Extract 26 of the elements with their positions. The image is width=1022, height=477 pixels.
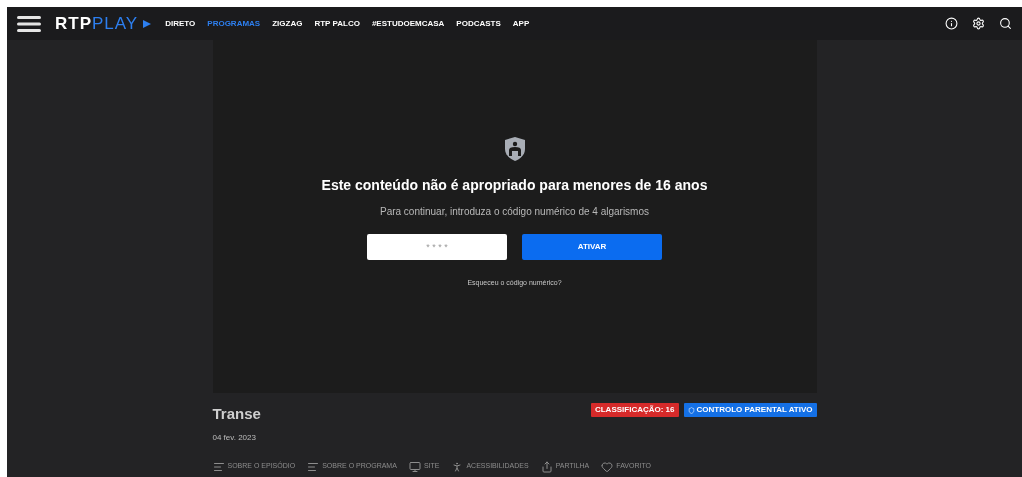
info-icon[interactable]	[945, 17, 958, 30]
nav-link[interactable]: APP	[512, 17, 530, 30]
nav-link[interactable]: RTP PALCO	[314, 17, 360, 30]
episode-title: Transe	[212, 404, 261, 424]
lock-subtitle: Para continuar, introduza o código numérico de 4 algarismos	[379, 205, 649, 219]
lock-title: Este conteúdo não é apropriado para menores de 16 anos	[321, 176, 708, 195]
nav-link[interactable]: PROGRAMAS	[207, 17, 261, 30]
settings-icon[interactable]	[972, 17, 985, 30]
menu-icon[interactable]	[17, 15, 41, 32]
nav-link[interactable]: ZIGZAG	[272, 17, 303, 30]
parental-control-badge: CONTROLO PARENTAL ATIVO	[683, 403, 817, 417]
monitor-icon	[408, 460, 421, 473]
lines-icon	[307, 460, 320, 473]
shield-icon	[504, 137, 525, 161]
rating-badge: CLASSIFICAÇÃO: 16	[590, 403, 679, 417]
code-field[interactable]: * * * *	[367, 234, 507, 260]
logo[interactable]: RTPPLAY	[55, 10, 152, 37]
lines-icon	[212, 460, 225, 473]
nav-link[interactable]: DIRETO	[165, 17, 196, 30]
nav-link[interactable]: #ESTUDOEMCASA	[371, 17, 445, 30]
share-icon	[540, 460, 553, 473]
search-icon[interactable]	[999, 17, 1012, 30]
activate-button[interactable]: ATIVAR	[522, 234, 662, 260]
heart-icon	[601, 460, 614, 473]
nav-link[interactable]: PODCASTS	[456, 17, 501, 30]
episode-date: 04 fev. 2023	[212, 431, 257, 444]
